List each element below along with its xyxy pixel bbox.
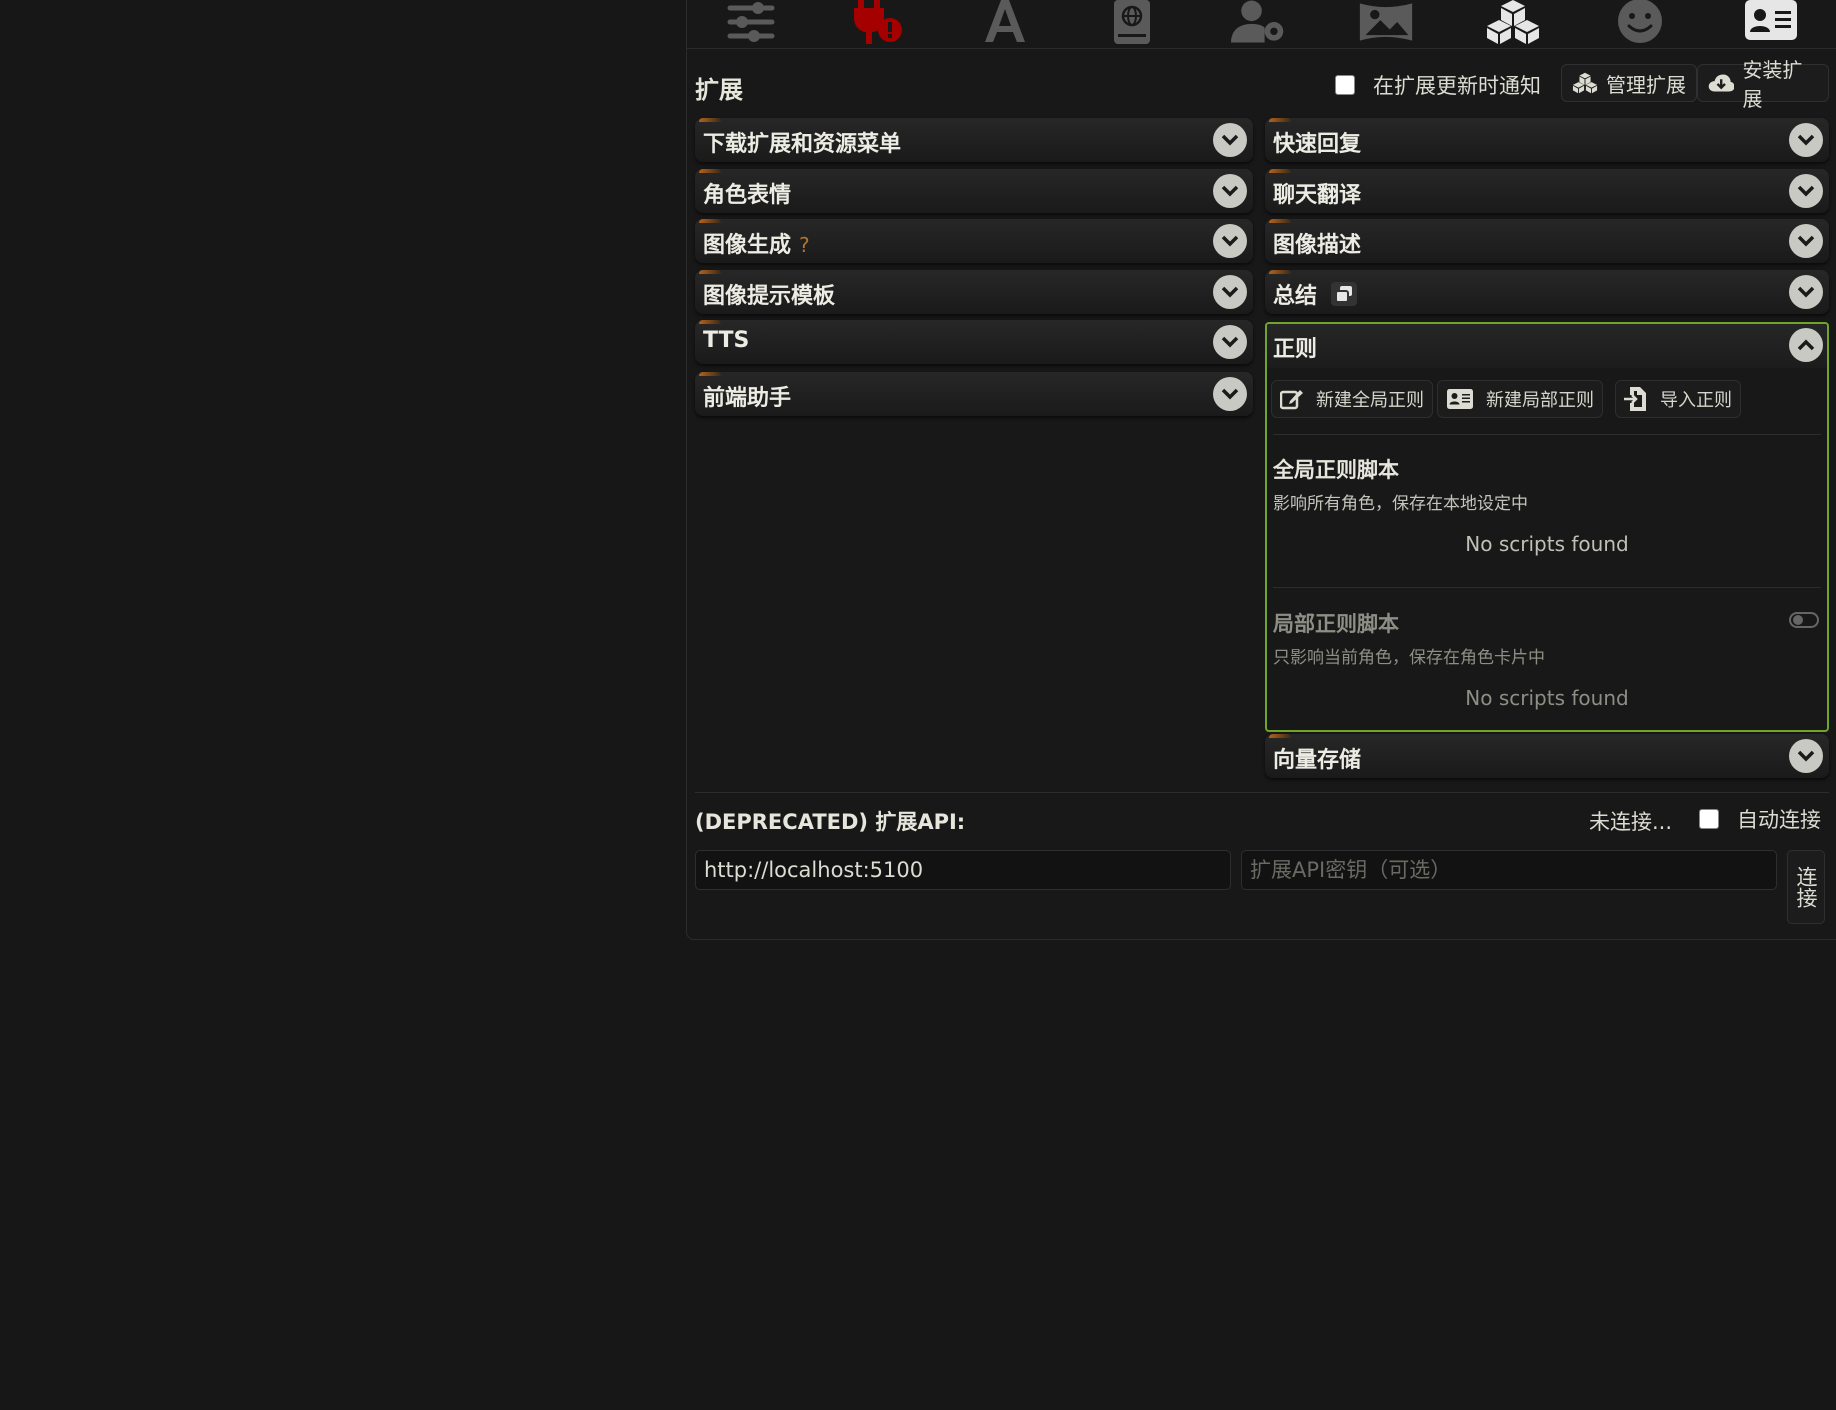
file-import-icon	[1624, 387, 1646, 411]
drawer-label: 快速回复	[1273, 132, 1362, 157]
api-key-input[interactable]: 扩展API密钥（可选）	[1241, 850, 1777, 890]
top-nav-bar	[687, 0, 1836, 49]
drawer-character-expressions[interactable]: 角色表情	[695, 169, 1253, 213]
api-connection-status: 未连接...	[1589, 810, 1673, 834]
edit-icon	[1280, 390, 1303, 410]
scoped-scripts-title: 局部正则脚本	[1273, 612, 1399, 636]
regex-header[interactable]: 正则	[1267, 324, 1827, 368]
drawer-label: 聊天翻译	[1273, 183, 1362, 208]
image-icon[interactable]	[1358, 0, 1414, 46]
book-globe-icon[interactable]	[1104, 0, 1160, 46]
notify-updates-label: 在扩展更新时通知	[1373, 74, 1541, 98]
connect-button[interactable]: 连接	[1787, 850, 1825, 924]
new-global-regex-label: 新建全局正则	[1316, 390, 1424, 411]
user-gear-icon[interactable]	[1231, 0, 1287, 46]
cloud-download-icon	[1708, 74, 1735, 92]
notify-updates: 在扩展更新时通知	[1335, 70, 1541, 100]
smile-icon[interactable]	[1612, 0, 1668, 46]
drawer-label-text: 图像生成	[703, 233, 792, 258]
drawer-label: 向量存储	[1273, 748, 1362, 773]
drawer-regex: 正则 新建全局正则 新建局部正则 导入正则 全局正则脚本 影响所有角色，保存在本…	[1265, 322, 1829, 732]
id-card-icon[interactable]	[1743, 0, 1799, 46]
extensions-panel: 扩展 在扩展更新时通知 管理扩展 安装扩展 下载扩展和资源菜单 角色表情 图像生…	[686, 0, 1836, 940]
drawer-label: TTS	[703, 328, 750, 353]
drawer-image-generation[interactable]: 图像生成?	[695, 219, 1253, 263]
global-scripts-title: 全局正则脚本	[1273, 458, 1399, 482]
install-extension-button[interactable]: 安装扩展	[1697, 58, 1829, 111]
chevron-down-icon[interactable]	[1789, 123, 1823, 157]
chevron-down-icon[interactable]	[1213, 224, 1247, 258]
chevron-down-icon[interactable]	[1789, 224, 1823, 258]
extensions-header: 扩展 在扩展更新时通知 管理扩展 安装扩展	[695, 58, 1829, 111]
drawer-chat-translation[interactable]: 聊天翻译	[1265, 169, 1829, 213]
import-regex-button[interactable]: 导入正则	[1615, 380, 1741, 418]
font-icon[interactable]	[977, 0, 1033, 46]
drawer-label: 下载扩展和资源菜单	[703, 132, 902, 157]
chevron-down-icon[interactable]	[1213, 377, 1247, 411]
id-card-icon	[1447, 389, 1473, 409]
divider	[1273, 587, 1821, 588]
chevron-down-icon[interactable]	[1789, 275, 1823, 309]
manage-extensions-button[interactable]: 管理扩展	[1561, 64, 1697, 102]
api-url-input[interactable]: http://localhost:5100	[695, 850, 1231, 890]
chevron-down-icon[interactable]	[1213, 275, 1247, 309]
divider	[695, 792, 1829, 793]
drawer-label: 图像描述	[1273, 233, 1362, 258]
drawer-vector-storage[interactable]: 向量存储	[1265, 734, 1829, 778]
global-scripts-subtitle: 影响所有角色，保存在本地设定中	[1273, 494, 1528, 514]
drawer-image-captioning[interactable]: 图像描述	[1265, 219, 1829, 263]
new-scoped-regex-button[interactable]: 新建局部正则	[1437, 380, 1603, 418]
drawer-label: 总结	[1273, 278, 1358, 312]
manage-extensions-label: 管理扩展	[1606, 72, 1686, 97]
drawer-label: 正则	[1273, 337, 1318, 362]
new-scoped-regex-label: 新建局部正则	[1486, 390, 1594, 411]
auto-connect: 自动连接	[1699, 804, 1821, 834]
notify-updates-checkbox[interactable]	[1335, 75, 1355, 95]
drawer-label: 前端助手	[703, 386, 792, 411]
auto-connect-checkbox[interactable]	[1699, 809, 1719, 829]
install-extension-label: 安装扩展	[1742, 58, 1803, 111]
global-scripts-empty: No scripts found	[1465, 532, 1629, 556]
extensions-api-title: (DEPRECATED) 扩展API:	[695, 810, 966, 834]
import-regex-label: 导入正则	[1660, 390, 1732, 411]
chevron-down-icon[interactable]	[1213, 123, 1247, 157]
drawer-label: 图像生成?	[703, 227, 810, 259]
drawer-summarize[interactable]: 总结	[1265, 270, 1829, 314]
drawer-label: 角色表情	[703, 183, 792, 208]
chevron-down-icon[interactable]	[1213, 174, 1247, 208]
cubes-icon[interactable]	[1485, 0, 1541, 46]
divider	[1273, 434, 1821, 435]
drawer-frontend-helper[interactable]: 前端助手	[695, 372, 1253, 416]
cubes-icon	[1572, 72, 1598, 94]
sliders-icon[interactable]	[723, 0, 779, 46]
drawer-download-extensions[interactable]: 下载扩展和资源菜单	[695, 118, 1253, 162]
plug-alert-icon[interactable]	[850, 0, 906, 46]
chevron-down-icon[interactable]	[1213, 325, 1247, 359]
drawer-tts[interactable]: TTS	[695, 320, 1253, 364]
auto-connect-label: 自动连接	[1737, 808, 1821, 832]
scoped-scripts-empty: No scripts found	[1465, 686, 1629, 710]
drawer-label-text: 总结	[1273, 284, 1318, 309]
scoped-scripts-toggle[interactable]	[1789, 612, 1819, 628]
drawer-label: 图像提示模板	[703, 284, 836, 309]
help-icon[interactable]: ?	[799, 233, 810, 257]
chevron-up-icon[interactable]	[1789, 328, 1823, 362]
chevron-down-icon[interactable]	[1789, 739, 1823, 773]
page-title: 扩展	[695, 76, 743, 104]
chevron-down-icon[interactable]	[1789, 174, 1823, 208]
window-restore-icon[interactable]	[1331, 282, 1358, 312]
drawer-quick-reply[interactable]: 快速回复	[1265, 118, 1829, 162]
drawer-image-prompt-templates[interactable]: 图像提示模板	[695, 270, 1253, 314]
new-global-regex-button[interactable]: 新建全局正则	[1271, 380, 1433, 418]
scoped-scripts-subtitle: 只影响当前角色，保存在角色卡片中	[1273, 648, 1545, 668]
